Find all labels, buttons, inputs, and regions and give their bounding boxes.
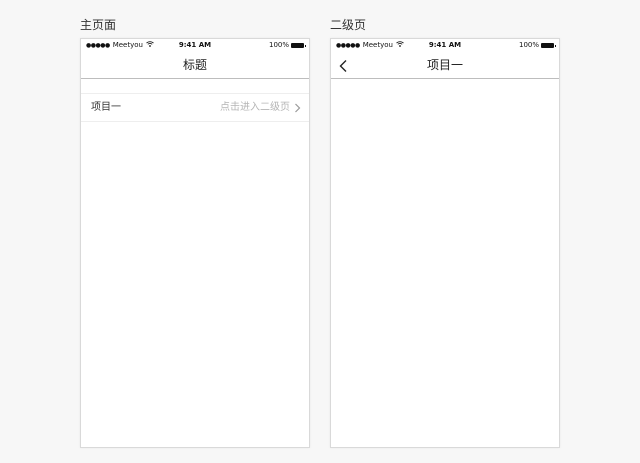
main-page-caption: 主页面 — [80, 18, 117, 32]
list-item-label: 项目一 — [91, 102, 121, 113]
status-bar: ●●●●● Meetyou 9:41 AM 100% — [81, 39, 309, 52]
battery-percent: 100% — [268, 41, 289, 49]
battery-group: 100% — [518, 39, 556, 52]
secondary-page-caption: 二级页 — [330, 18, 367, 32]
navigation-bar: 标题 — [81, 52, 309, 79]
list-item-detail: 点击进入二级页 — [220, 102, 290, 113]
battery-group: 100% — [268, 39, 306, 52]
chevron-right-icon — [295, 103, 301, 113]
nav-title: 标题 — [182, 58, 207, 72]
battery-icon — [541, 43, 556, 48]
nav-title: 项目一 — [426, 58, 463, 72]
secondary-page-screen: ●●●●● Meetyou 9:41 AM 100% 项目一 — [330, 38, 560, 448]
battery-percent: 100% — [518, 41, 539, 49]
main-page-screen: ●●●●● Meetyou 9:41 AM 100% 标题 项目一 点击进入二级… — [80, 38, 310, 448]
status-bar: ●●●●● Meetyou 9:41 AM 100% — [331, 39, 559, 52]
navigation-bar: 项目一 — [331, 52, 559, 79]
battery-icon — [291, 43, 306, 48]
list-item[interactable]: 项目一 点击进入二级页 — [81, 93, 309, 122]
